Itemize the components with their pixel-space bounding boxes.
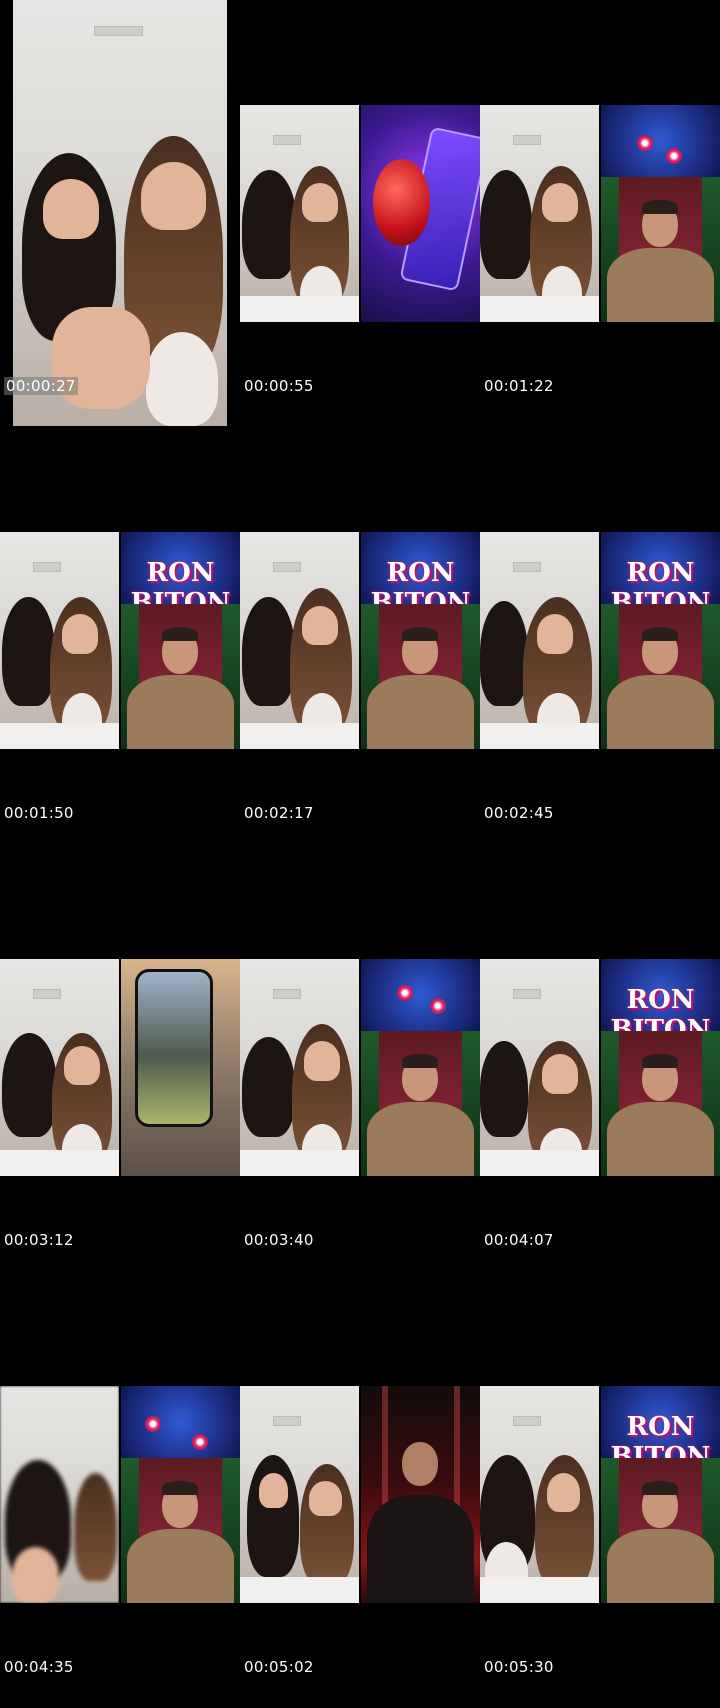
thumbnail-12[interactable]: RON BITON 00:05:30 — [480, 1281, 720, 1708]
video-frame-portrait — [13, 0, 227, 426]
pane-girls — [480, 1386, 599, 1603]
thumbnail-9[interactable]: RON BITON 00:04:07 — [480, 854, 720, 1281]
video-frame — [0, 959, 240, 1176]
thumbnail-1[interactable]: 00:00:27 — [0, 0, 240, 427]
video-frame — [240, 959, 480, 1176]
video-frame — [240, 1386, 480, 1603]
thumbnail-grid: 00:00:27 00:00:55 00:01:22 RON 00:01:50 … — [0, 0, 720, 1708]
pane-girls — [240, 532, 359, 749]
timestamp-label: 00:01:22 — [484, 377, 554, 395]
video-frame: RON BITON — [480, 959, 720, 1176]
pane-host — [121, 1386, 240, 1603]
timestamp-label: 00:05:02 — [244, 1658, 314, 1676]
pane-host — [361, 959, 480, 1176]
thumbnail-8[interactable]: 00:03:40 — [240, 854, 480, 1281]
pane-host: RON BITON — [601, 532, 720, 749]
thumbnail-6[interactable]: RON BITON 00:02:45 — [480, 427, 720, 854]
pane-girls — [480, 105, 599, 322]
timestamp-label: 00:03:40 — [244, 1231, 314, 1249]
video-frame — [480, 105, 720, 322]
video-frame: RON BITON — [480, 532, 720, 749]
timestamp-label: 00:00:27 — [4, 377, 78, 395]
timestamp-label: 00:02:45 — [484, 804, 554, 822]
video-frame: RON BITON — [240, 532, 480, 749]
thumbnail-5[interactable]: RON BITON 00:02:17 — [240, 427, 480, 854]
pane-host: RON BITON — [601, 1386, 720, 1603]
pane-promo-graphic — [361, 105, 480, 322]
pane-girls — [0, 1386, 119, 1603]
timestamp-label: 00:04:35 — [4, 1658, 74, 1676]
timestamp-label: 00:02:17 — [244, 804, 314, 822]
pane-host: RON BITON — [601, 959, 720, 1176]
pane-girls — [240, 1386, 359, 1603]
video-frame — [0, 1386, 240, 1603]
thumbnail-7[interactable]: 00:03:12 — [0, 854, 240, 1281]
thumbnail-3[interactable]: 00:01:22 — [480, 0, 720, 427]
video-frame: RON BITON — [0, 532, 240, 749]
pane-girls — [240, 105, 359, 322]
pane-host — [601, 105, 720, 322]
timestamp-label: 00:03:12 — [4, 1231, 74, 1249]
pane-girls — [480, 532, 599, 749]
pane-phone-video — [121, 959, 240, 1176]
thumbnail-4[interactable]: RON BITON 00:01:50 — [0, 427, 240, 854]
video-frame — [240, 105, 480, 322]
pane-girls — [240, 959, 359, 1176]
timestamp-label: 00:00:55 — [244, 377, 314, 395]
thumbnail-2[interactable]: 00:00:55 — [240, 0, 480, 427]
pane-stage — [361, 1386, 480, 1603]
pane-girls — [0, 532, 119, 749]
thumbnail-11[interactable]: 00:05:02 — [240, 1281, 480, 1708]
video-frame: RON BITON — [480, 1386, 720, 1603]
timestamp-label: 00:01:50 — [4, 804, 74, 822]
timestamp-label: 00:05:30 — [484, 1658, 554, 1676]
pane-host: RON BITON — [361, 532, 480, 749]
pane-host: RON BITON — [121, 532, 240, 749]
pane-girls — [0, 959, 119, 1176]
timestamp-label: 00:04:07 — [484, 1231, 554, 1249]
thumbnail-10[interactable]: 00:04:35 — [0, 1281, 240, 1708]
phone-icon — [135, 969, 213, 1127]
pane-girls — [480, 959, 599, 1176]
